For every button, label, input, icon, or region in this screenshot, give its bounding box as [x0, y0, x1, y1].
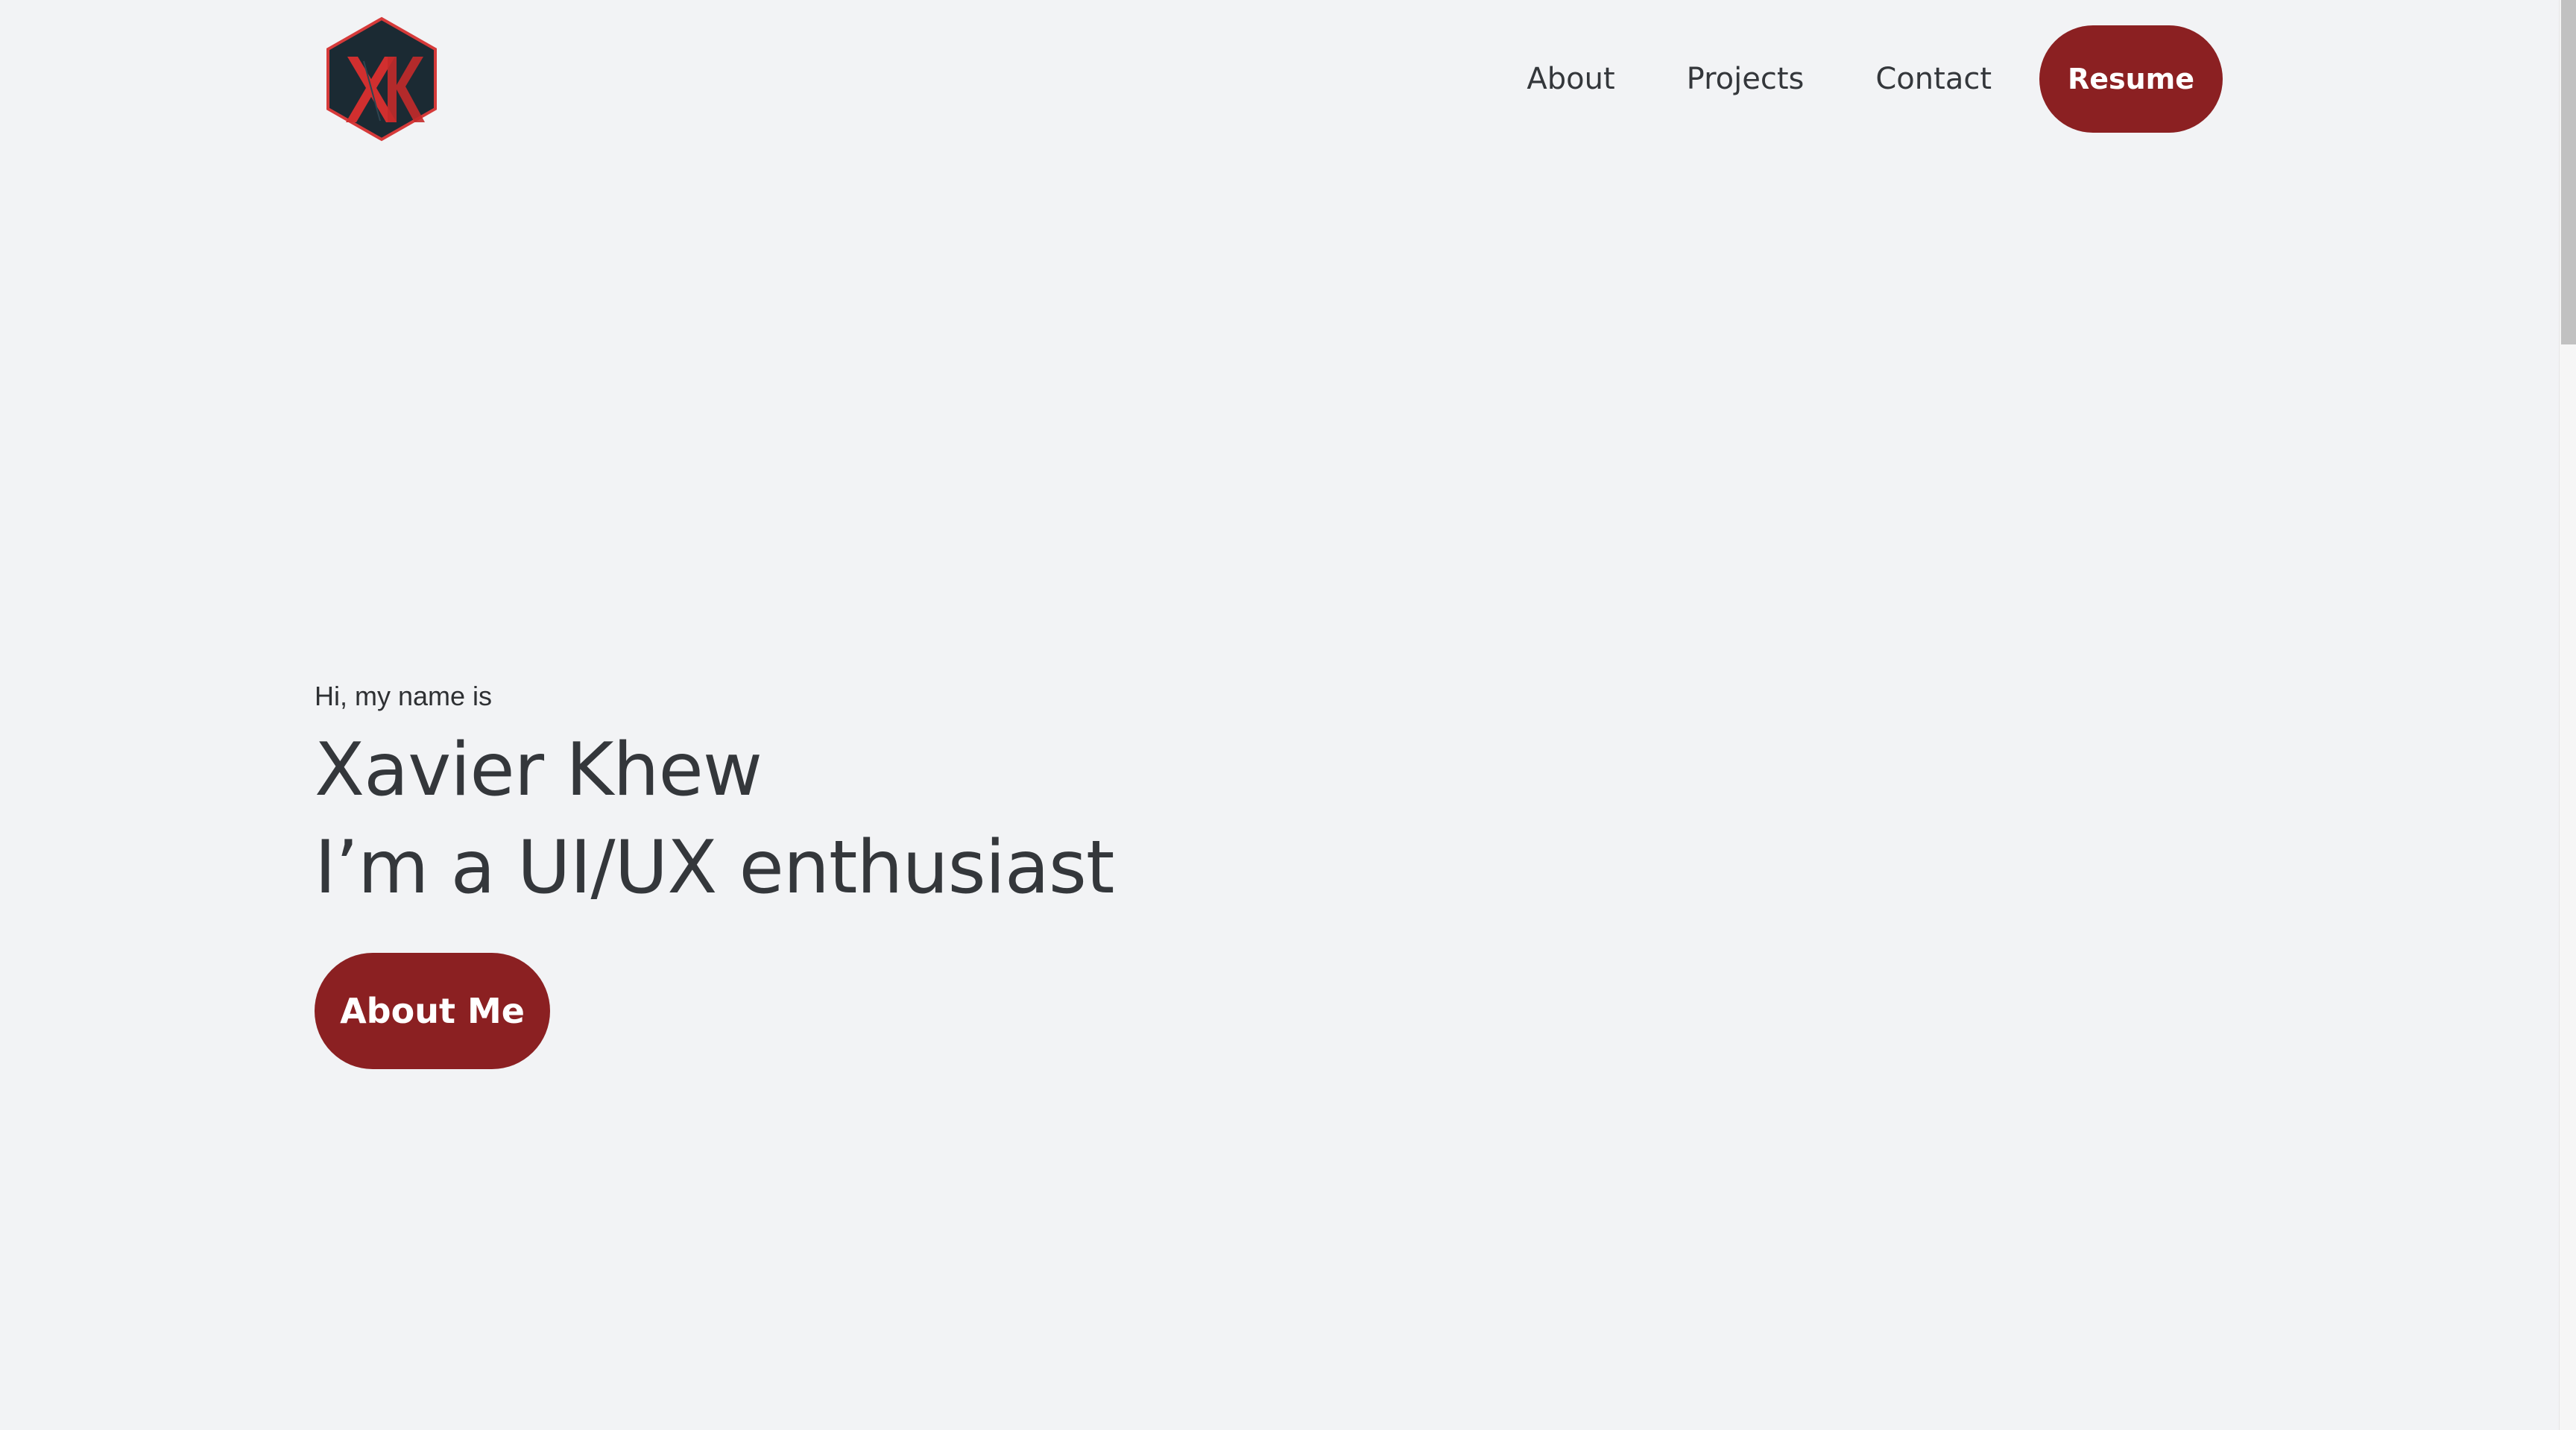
nav-about-link[interactable]: About	[1527, 62, 1614, 96]
nav-projects-link[interactable]: Projects	[1687, 62, 1805, 96]
nav-contact-link[interactable]: Contact	[1875, 62, 1992, 96]
scrollbar-thumb[interactable]	[2561, 0, 2576, 344]
xk-hexagon-logo-icon	[326, 16, 437, 142]
hero-tagline: I’m a UI/UX enthusiast	[315, 825, 1114, 910]
about-me-button[interactable]: About Me	[315, 953, 550, 1069]
portfolio-page: About Projects Contact Resume Hi, my nam…	[0, 0, 2576, 1430]
hero-greeting: Hi, my name is	[315, 681, 493, 711]
hero-name: Xavier Khew	[315, 728, 763, 813]
resume-button[interactable]: Resume	[2039, 25, 2223, 133]
main-nav: About Projects Contact Resume	[1527, 25, 2223, 133]
hero-section: Hi, my name is Xavier Khew I’m a UI/UX e…	[315, 674, 1114, 1069]
logo[interactable]	[325, 16, 438, 142]
page-scrollbar[interactable]	[2559, 0, 2576, 1430]
